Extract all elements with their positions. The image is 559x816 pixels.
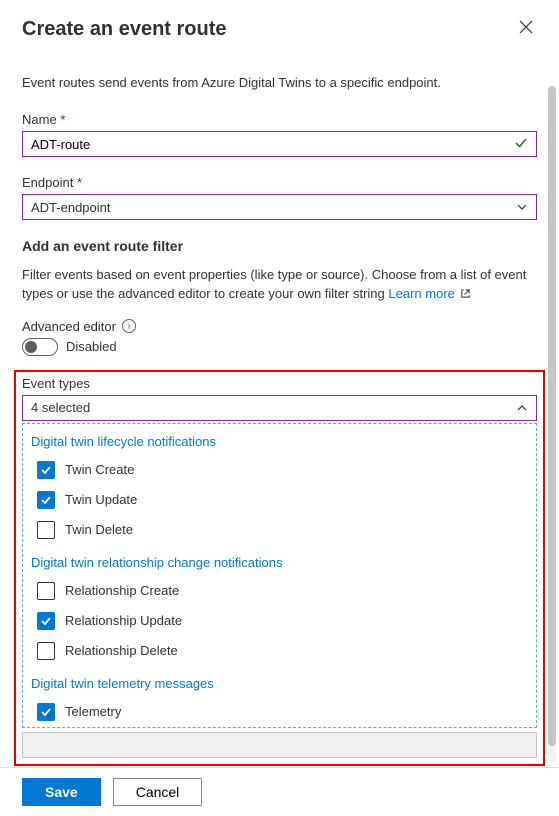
option-relationship-delete[interactable]: Relationship Delete [23,636,536,666]
event-types-dropdown: Digital twin lifecycle notifications Twi… [22,423,537,728]
advanced-editor-label: Advanced editor [22,319,116,334]
dropdown-footer-bar [22,732,537,758]
cancel-button[interactable]: Cancel [113,778,203,806]
checkbox-icon [37,491,55,509]
external-link-icon [460,286,471,305]
filter-description: Filter events based on event properties … [22,266,537,305]
endpoint-value: ADT-endpoint [31,200,111,215]
checkbox-icon [37,703,55,721]
checkbox-icon [37,461,55,479]
event-types-summary: 4 selected [31,400,90,415]
option-relationship-update[interactable]: Relationship Update [23,606,536,636]
close-icon[interactable] [515,18,537,41]
toggle-knob [25,341,37,353]
event-types-highlight: Event types 4 selected Digital twin life… [14,370,545,766]
checkmark-icon [514,136,528,153]
event-types-select[interactable]: 4 selected [22,395,537,421]
checkbox-icon [37,521,55,539]
endpoint-select[interactable]: ADT-endpoint [22,194,537,220]
name-input-wrap [22,131,537,157]
option-twin-create[interactable]: Twin Create [23,455,536,485]
advanced-editor-toggle[interactable] [22,338,58,356]
group-header-lifecycle: Digital twin lifecycle notifications [23,424,536,455]
save-button[interactable]: Save [22,778,101,806]
option-relationship-create[interactable]: Relationship Create [23,576,536,606]
page-title: Create an event route [22,18,227,41]
scrollbar-thumb[interactable] [548,86,556,746]
option-twin-update[interactable]: Twin Update [23,485,536,515]
event-types-label: Event types [22,376,537,391]
checkbox-icon [37,612,55,630]
footer: Save Cancel [0,767,559,816]
scrollbar[interactable] [548,86,556,762]
group-header-relationship: Digital twin relationship change notific… [23,545,536,576]
learn-more-link[interactable]: Learn more [388,286,471,301]
chevron-down-icon [516,201,528,213]
info-icon[interactable]: i [122,319,136,333]
name-label: Name * [22,112,537,127]
intro-text: Event routes send events from Azure Digi… [22,75,537,90]
checkbox-icon [37,642,55,660]
name-input[interactable] [31,137,514,152]
filter-section-title: Add an event route filter [22,238,537,254]
advanced-editor-state: Disabled [66,339,117,354]
checkbox-icon [37,582,55,600]
option-twin-delete[interactable]: Twin Delete [23,515,536,545]
endpoint-label: Endpoint * [22,175,537,190]
option-telemetry[interactable]: Telemetry [23,697,536,727]
group-header-telemetry: Digital twin telemetry messages [23,666,536,697]
chevron-up-icon [516,402,528,414]
